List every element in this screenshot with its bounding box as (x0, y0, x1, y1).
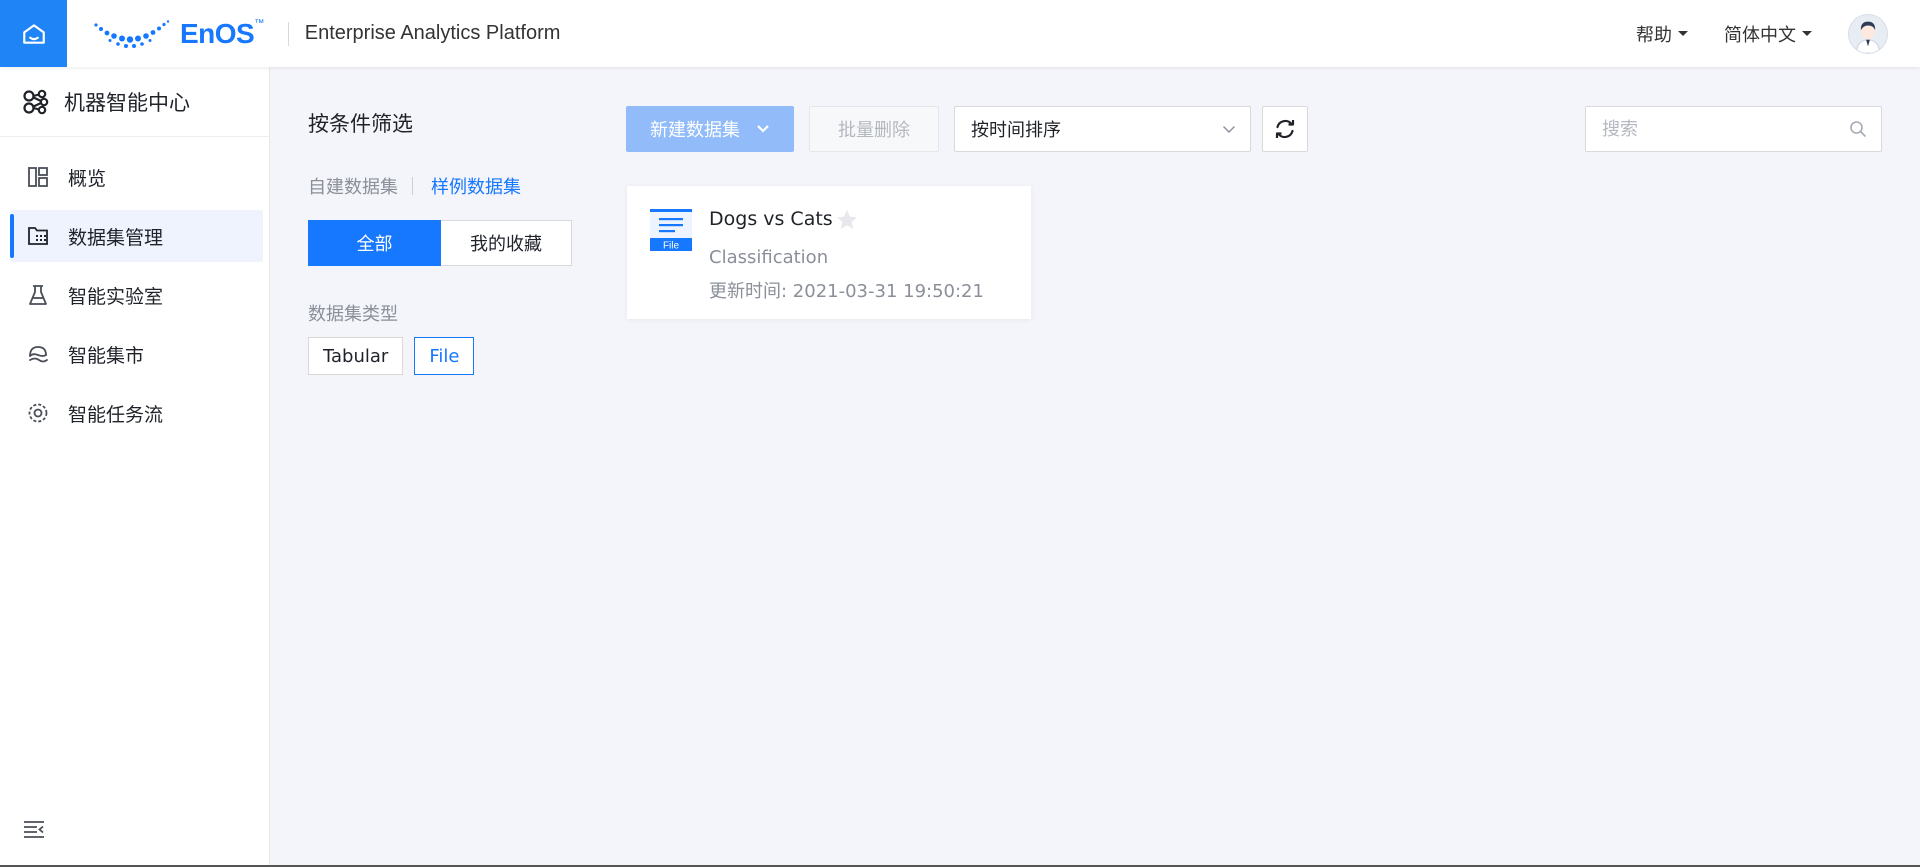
dataset-type-label: 数据集类型 (308, 304, 398, 325)
refresh-button[interactable] (1262, 106, 1308, 152)
logo-text: EnOS™ (180, 17, 264, 49)
platform-name: Enterprise Analytics Platform (304, 22, 561, 44)
logo-dots-icon (94, 19, 170, 48)
user-avatar[interactable] (1848, 13, 1888, 54)
favorite-filter-segment: 全部 我的收藏 (308, 220, 572, 266)
sidebar-item-label: 智能实验室 (68, 285, 164, 308)
favorite-star-icon[interactable] (834, 208, 860, 232)
sidebar-nav: 概览 数据集管理 智能实验室 智能集市 智能任务流 (0, 137, 269, 439)
sidebar-item-ai-workflow[interactable]: 智能任务流 (10, 387, 263, 439)
dataset-icon (26, 224, 50, 248)
sidebar-item-ai-lab[interactable]: 智能实验室 (10, 269, 263, 321)
sidebar-title: 机器智能中心 (64, 90, 190, 115)
home-icon (22, 23, 45, 44)
header-divider (287, 21, 289, 46)
collapse-menu-icon (24, 821, 44, 838)
file-dataset-icon: File (650, 209, 692, 252)
sidebar-item-label: 智能集市 (68, 344, 145, 367)
type-tag-file[interactable]: File (414, 337, 475, 375)
file-icon-label: File (663, 241, 680, 252)
search-box (1585, 106, 1882, 152)
dataset-name[interactable]: Dogs vs Cats (709, 208, 833, 230)
sidebar: 机器智能中心 概览 数据集管理 智能实验室 智能集市 智能任务流 (0, 67, 270, 867)
tab-divider (412, 177, 413, 195)
tab-sample-datasets[interactable]: 样例数据集 (431, 173, 521, 199)
sidebar-item-ai-market[interactable]: 智能集市 (10, 328, 263, 380)
chevron-down-icon (757, 125, 769, 133)
enos-logo[interactable]: EnOS™ (92, 0, 264, 67)
help-label: 帮助 (1636, 24, 1672, 46)
search-icon[interactable] (1849, 120, 1867, 138)
type-tag-tabular[interactable]: Tabular (308, 337, 404, 375)
new-dataset-label: 新建数据集 (650, 120, 740, 141)
dataset-source-tabs: 自建数据集 样例数据集 (308, 173, 521, 199)
dataset-card[interactable]: File Dogs vs Cats Classification 更新时间: 2… (627, 186, 1031, 319)
caret-down-icon (1678, 31, 1688, 36)
sort-select[interactable]: 按时间排序 (954, 106, 1251, 152)
dataset-type: Classification (709, 247, 829, 268)
new-dataset-button[interactable]: 新建数据集 (626, 106, 794, 152)
market-icon (26, 342, 50, 366)
caret-down-icon (1802, 31, 1812, 36)
top-header: EnOS™ Enterprise Analytics Platform 帮助 简… (0, 0, 1920, 67)
sidebar-item-label: 概览 (68, 167, 107, 190)
home-button[interactable] (0, 0, 67, 67)
segment-all-button[interactable]: 全部 (308, 220, 441, 266)
sidebar-collapse-button[interactable] (22, 819, 46, 845)
user-avatar-icon (1856, 21, 1880, 53)
segment-favorites-button[interactable]: 我的收藏 (441, 220, 572, 266)
sort-select-value: 按时间排序 (971, 120, 1061, 141)
dataset-type-tags: Tabular File (308, 337, 485, 375)
sidebar-item-dataset-management[interactable]: 数据集管理 (10, 210, 263, 262)
batch-delete-button[interactable]: 批量删除 (809, 106, 939, 152)
sidebar-item-label: 数据集管理 (68, 226, 164, 249)
workflow-icon (26, 401, 50, 425)
help-menu[interactable]: 帮助 (1636, 21, 1688, 47)
tab-custom-datasets[interactable]: 自建数据集 (308, 173, 398, 199)
dashboard-icon (26, 165, 50, 189)
search-input[interactable] (1602, 118, 1849, 140)
language-menu[interactable]: 简体中文 (1724, 21, 1812, 47)
flask-icon (26, 283, 50, 307)
sidebar-item-overview[interactable]: 概览 (10, 151, 263, 203)
refresh-icon (1275, 119, 1295, 139)
language-label: 简体中文 (1724, 24, 1796, 46)
dataset-updated-time: 更新时间: 2021-03-31 19:50:21 (709, 281, 984, 302)
filter-title: 按条件筛选 (308, 112, 413, 136)
sidebar-header: 机器智能中心 (0, 67, 269, 137)
brain-network-icon (23, 89, 49, 114)
chevron-down-icon (1223, 125, 1235, 133)
sidebar-item-label: 智能任务流 (68, 403, 164, 426)
